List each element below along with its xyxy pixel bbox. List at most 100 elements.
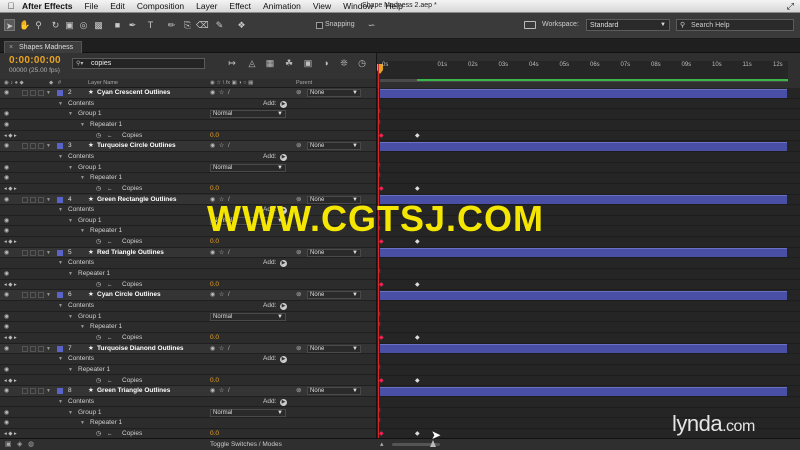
eye-icon[interactable]: ◉ xyxy=(4,408,9,418)
menu-edit[interactable]: Edit xyxy=(110,1,125,11)
twirl-down-icon[interactable]: ▼ xyxy=(46,195,51,205)
keyframe-icon[interactable]: ◆ xyxy=(379,132,384,139)
layer-name[interactable]: Red Triangle Outlines xyxy=(97,248,164,258)
zoom-out-icon[interactable]: ▴ xyxy=(380,440,384,448)
layer-name[interactable]: Green Rectangle Outlines xyxy=(97,195,176,205)
property-row[interactable]: ◂ ◆ ▸ ◷ ⨽ Copies 0.0 xyxy=(0,375,376,387)
motion-blur-icon[interactable]: ◑ xyxy=(320,58,332,69)
workspace-select[interactable]: Standard ▼ xyxy=(586,19,670,31)
timeline-graph-area[interactable]: I I ◆ ◆ I I ◆ ◆ I I ◆ ◆ I ◆ ◆ I I ◆ ◆ I ◆ ◆ I I ◆ ◆ xyxy=(376,88,800,440)
twirl-down-icon[interactable]: ▼ xyxy=(80,120,85,130)
eraser-tool-icon[interactable]: ⌫ xyxy=(196,19,209,31)
layer-search-input[interactable]: ⚲▾ copies xyxy=(72,58,205,69)
brainstorm-icon[interactable]: ❊ xyxy=(338,58,350,69)
eye-icon[interactable]: ◉ xyxy=(4,216,9,226)
toggle-switches-modes-button[interactable]: Toggle Switches / Modes xyxy=(210,441,282,448)
twirl-down-icon[interactable]: ▼ xyxy=(68,109,73,119)
property-row[interactable]: ▼ Contents Add: ▶ xyxy=(0,151,376,163)
property-row[interactable]: ◉ ▼ Group 1 Normal ▼ xyxy=(0,109,376,120)
keyframe-navigator-icon[interactable]: ◂ ◆ ▸ xyxy=(4,184,17,194)
keyframe-icon[interactable]: ◆ xyxy=(379,430,384,437)
comp-mini-flowchart-icon[interactable]: ↦ xyxy=(226,58,238,69)
graph-editor-icon[interactable]: ◷ xyxy=(356,58,368,69)
switch-box[interactable] xyxy=(30,345,36,352)
menu-animation[interactable]: Animation xyxy=(263,1,301,11)
property-row[interactable]: ▼ Contents Add: ▶ xyxy=(0,98,376,110)
property-row[interactable]: ◉ ▼ Repeater 1 xyxy=(0,269,376,280)
eye-icon[interactable]: ◉ xyxy=(4,344,9,354)
twirl-down-icon[interactable]: ▼ xyxy=(68,365,73,375)
live-update-icon[interactable]: ◬ xyxy=(246,58,258,69)
switch-box[interactable] xyxy=(30,143,36,150)
layer-switches-icon[interactable]: ◉ ☆ / xyxy=(210,290,231,300)
eye-icon[interactable]: ◉ xyxy=(4,322,9,332)
label-color-box[interactable] xyxy=(57,196,63,203)
add-button[interactable]: ▶ xyxy=(280,153,287,161)
add-button[interactable]: ▶ xyxy=(280,356,287,364)
keyframe-navigator-icon[interactable]: ◂ ◆ ▸ xyxy=(4,333,17,343)
roto-brush-tool-icon[interactable]: ✎ xyxy=(214,19,225,31)
twirl-down-icon[interactable]: ▼ xyxy=(58,397,63,407)
graph-icon[interactable]: ⨽ xyxy=(108,376,112,386)
twirl-down-icon[interactable]: ▼ xyxy=(58,205,63,215)
keyframe-icon[interactable]: ◆ xyxy=(415,185,420,192)
parent-select[interactable]: None ▼ xyxy=(307,248,361,257)
draft-3d-icon[interactable]: ▦ xyxy=(264,58,276,69)
twirl-down-icon[interactable]: ▼ xyxy=(80,226,85,236)
layer-switches-icon[interactable]: ◉ ☆ / xyxy=(210,386,231,396)
add-button[interactable]: ▶ xyxy=(280,100,287,108)
puppet-tool-icon[interactable]: ❖ xyxy=(236,19,247,31)
twirl-down-icon[interactable]: ▼ xyxy=(68,269,73,279)
twirl-down-icon[interactable]: ▼ xyxy=(68,163,73,173)
pick-whip-icon[interactable]: ⊚ xyxy=(296,141,301,151)
switch-box[interactable] xyxy=(22,292,28,299)
eye-icon[interactable]: ◉ xyxy=(4,88,9,98)
eye-icon[interactable]: ◉ xyxy=(4,365,9,375)
switch-box[interactable] xyxy=(38,90,44,96)
layer-row[interactable]: ◉ ▼ 6 ★ Cyan Circle Outlines ◉ ☆ / ⊚ None ▼ xyxy=(0,290,376,301)
switch-box[interactable] xyxy=(22,90,28,96)
col-parent[interactable]: Parent xyxy=(296,80,312,86)
switch-box[interactable] xyxy=(22,388,28,395)
twirl-down-icon[interactable]: ▼ xyxy=(80,173,85,183)
selection-tool-icon[interactable]: ➤ xyxy=(4,19,15,31)
layer-row[interactable]: ◉ ▼ 5 ★ Red Triangle Outlines ◉ ☆ / ⊚ None ▼ xyxy=(0,247,376,259)
graph-icon[interactable]: ⨽ xyxy=(108,184,112,194)
layer-switches-icon[interactable]: ◉ ☆ / xyxy=(210,344,231,354)
switch-box[interactable] xyxy=(38,249,44,256)
parent-select[interactable]: None ▼ xyxy=(307,344,361,353)
eye-icon[interactable]: ◉ xyxy=(4,141,9,151)
search-help-input[interactable]: ⚲ Search Help xyxy=(676,19,794,31)
add-button[interactable]: ▶ xyxy=(280,398,287,406)
twirl-down-icon[interactable]: ▼ xyxy=(46,248,51,258)
rectangle-tool-icon[interactable]: ■ xyxy=(112,19,123,31)
eye-icon[interactable]: ◉ xyxy=(4,290,9,300)
twirl-down-icon[interactable]: ▼ xyxy=(46,141,51,151)
label-color-box[interactable] xyxy=(57,143,63,150)
property-row[interactable]: ◉ ▼ Repeater 1 xyxy=(0,173,376,184)
label-color-box[interactable] xyxy=(57,292,63,299)
eye-icon[interactable]: ◉ xyxy=(4,163,9,173)
layer-switches-icon[interactable]: ◉ ☆ / xyxy=(210,248,231,258)
property-row[interactable]: ◉ ▼ Repeater 1 xyxy=(0,119,376,131)
property-row[interactable]: ▼ Contents Add: ▶ xyxy=(0,396,376,408)
hide-shy-layers-icon[interactable]: ☘ xyxy=(283,58,295,69)
add-button[interactable]: ▶ xyxy=(280,303,287,310)
switch-box[interactable] xyxy=(22,196,28,203)
label-color-box[interactable] xyxy=(57,388,63,395)
tab-shapes-madness[interactable]: × Shapes Madness xyxy=(4,41,83,53)
eye-icon[interactable]: ◉ xyxy=(4,248,9,258)
layer-duration-bar[interactable] xyxy=(380,248,787,258)
switch-box[interactable] xyxy=(38,388,44,395)
menu-layer[interactable]: Layer xyxy=(196,1,217,11)
stopwatch-icon[interactable]: ◷ xyxy=(96,237,101,247)
property-row[interactable]: ◉ ▼ Repeater 1 xyxy=(0,418,376,429)
zoom-tool-icon[interactable]: ⚲ xyxy=(33,19,44,31)
menu-effect[interactable]: Effect xyxy=(229,1,251,11)
parent-select[interactable]: None ▼ xyxy=(307,142,361,151)
eye-icon[interactable]: ◉ xyxy=(4,120,9,130)
time-ruler[interactable]: 0s 01s 02s 03s 04s 05s 06s 07s 08s 09s 10s 11s 12s xyxy=(376,53,800,88)
twirl-down-icon[interactable]: ▼ xyxy=(46,88,51,98)
copies-value[interactable]: 0.0 xyxy=(210,184,219,194)
twirl-down-icon[interactable]: ▼ xyxy=(58,99,63,109)
